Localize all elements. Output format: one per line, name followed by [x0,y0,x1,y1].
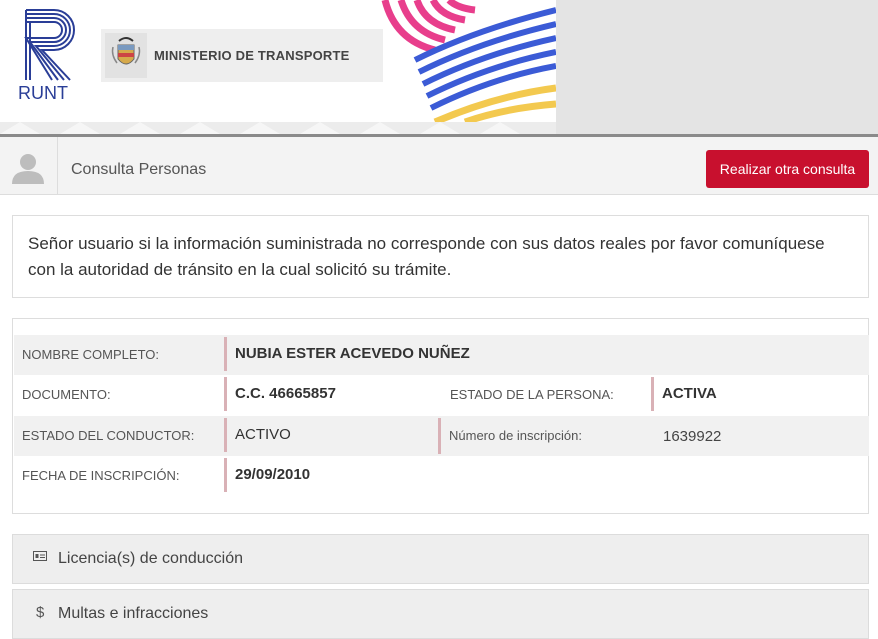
inscripcion-num-label: Número de inscripción: [438,418,582,454]
accordion-licencias-label: Licencia(s) de conducción [58,550,243,567]
estado-conductor-label: ESTADO DEL CONDUCTOR: [22,428,195,443]
estado-persona-label: ESTADO DE LA PERSONA: [450,387,614,402]
decorative-waves-icon [381,0,556,122]
info-row-documento: DOCUMENTO: C.C. 46665857 ESTADO DE LA PE… [14,375,869,415]
ministerio-logo[interactable]: MINISTERIO DE TRANSPORTE [101,29,383,82]
info-row-conductor: ESTADO DEL CONDUCTOR: ACTIVO Número de i… [14,416,869,456]
page-title: Consulta Personas [71,161,207,178]
new-query-button[interactable]: Realizar otra consulta [706,150,869,188]
info-row-nombre: NOMBRE COMPLETO: NUBIA ESTER ACEVEDO NUÑ… [14,335,869,375]
accordion-licencias[interactable]: Licencia(s) de conducción [12,534,869,584]
user-icon [0,137,58,194]
header-banner: RUNT MINISTERIO DE TRANSPORTE [0,0,556,122]
accordion-multas-label: Multas e infracciones [58,605,209,622]
title-bar: Consulta Personas Realizar otra consulta [0,137,878,195]
notice-message: Señor usuario si la información suminist… [12,215,869,298]
estado-conductor-value: ACTIVO [224,418,291,452]
decorative-strip [0,122,556,134]
fecha-value: 29/09/2010 [224,458,310,492]
dollar-icon: $ [36,604,45,621]
coat-of-arms-icon [105,33,147,78]
id-card-icon [33,551,47,568]
info-row-fecha: FECHA DE INSCRIPCIÓN: 29/09/2010 [14,456,869,496]
nombre-value: NUBIA ESTER ACEVEDO NUÑEZ [224,337,470,371]
nombre-label: NOMBRE COMPLETO: [22,347,160,362]
person-info-panel: NOMBRE COMPLETO: NUBIA ESTER ACEVEDO NUÑ… [12,318,869,514]
ministerio-label: MINISTERIO DE TRANSPORTE [154,48,350,63]
runt-label: RUNT [18,83,68,103]
fecha-label: FECHA DE INSCRIPCIÓN: [22,468,180,483]
estado-persona-value: ACTIVA [651,377,717,411]
documento-value: C.C. 46665857 [224,377,336,411]
accordion-multas[interactable]: $ Multas e infracciones [12,589,869,639]
site-header: RUNT MINISTERIO DE TRANSPORTE [0,0,878,137]
inscripcion-num-value: 1639922 [663,428,722,445]
documento-label: DOCUMENTO: [22,387,111,402]
